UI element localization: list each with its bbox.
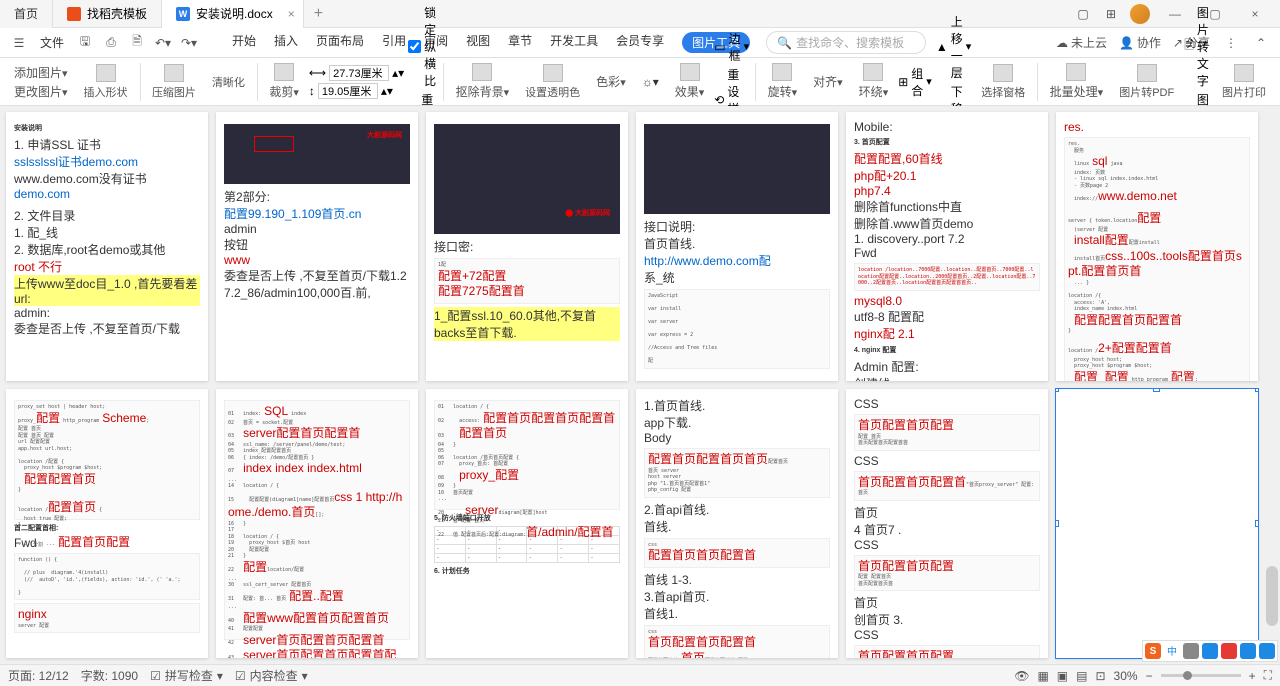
width-input[interactable] <box>329 65 389 81</box>
share-icon: ↗ <box>1173 36 1183 50</box>
person-icon: 👤 <box>1119 36 1134 50</box>
print-icon[interactable]: ⎙ <box>102 34 120 52</box>
cloud-icon: ☁ <box>1056 36 1068 50</box>
hamburger-icon[interactable]: ☰ <box>10 34 28 52</box>
more-icon[interactable]: ⋮ <box>1222 34 1240 52</box>
layout-icon[interactable]: ▢ <box>1074 5 1092 23</box>
brightness-button[interactable]: ☼▾ <box>636 75 665 89</box>
tab-dev[interactable]: 开发工具 <box>550 32 598 53</box>
effects-button[interactable]: 效果▾ <box>669 63 711 100</box>
page-thumb-6[interactable]: res. res. 服务 linux sql java index: 页数 - … <box>1056 112 1258 381</box>
file-menu[interactable]: 文件 <box>36 34 68 51</box>
view-mode-4[interactable]: ⊡ <box>1095 669 1105 683</box>
ime-icon-2[interactable] <box>1202 643 1218 659</box>
tab-start[interactable]: 开始 <box>232 32 256 53</box>
view-mode-2[interactable]: ▣ <box>1057 669 1068 683</box>
page-thumb-1[interactable]: 安装说明 1. 申请SSL 证书 sslsslssl证书demo.com www… <box>6 112 208 381</box>
save-icon[interactable]: 🖫 <box>76 34 94 52</box>
tab-home[interactable]: 首页 <box>0 0 53 28</box>
select-pane-button[interactable]: 选择窗格 <box>975 64 1031 100</box>
align-button[interactable]: 对齐▾ <box>807 73 849 90</box>
ime-toolbar: S 中 <box>1142 640 1278 662</box>
view-mode-3[interactable]: ▤ <box>1076 669 1087 683</box>
search-icon: 🔍 <box>777 36 792 50</box>
contentcheck-button[interactable]: ☑内容检查▾ <box>235 667 308 684</box>
tab-template[interactable]: 找稻壳模板 <box>53 0 162 28</box>
apps-icon[interactable]: ⊞ <box>1102 5 1120 23</box>
zoom-in-button[interactable]: + <box>1249 669 1256 683</box>
page-thumb-12[interactable] <box>1056 389 1258 658</box>
word-count[interactable]: 字数: 1090 <box>81 667 138 684</box>
avatar[interactable] <box>1130 4 1150 24</box>
page-thumb-5[interactable]: Mobile: 3. 首页配置 配置配置,60首线 php配+20.1 php7… <box>846 112 1048 381</box>
page-thumb-7[interactable]: proxy_set host | header host;proxy_配置 ht… <box>6 389 208 658</box>
group-button[interactable]: ⊞组合▾ <box>898 65 932 99</box>
height-input[interactable] <box>318 83 378 99</box>
titlebar: 首页 找稻壳模板 安装说明.docx + ▢ ⊞ — ▢ × <box>0 0 1280 28</box>
print-image-button[interactable]: 图片打印 <box>1216 64 1272 100</box>
rotate-button[interactable]: 旋转▾ <box>762 63 804 100</box>
page-indicator[interactable]: 页面: 12/12 <box>8 667 69 684</box>
eye-icon[interactable]: 👁 <box>1014 669 1029 683</box>
menubar: ☰ 文件 🖫 ⎙ 🗎 ↶▾ ↷▾ 开始 插入 页面布局 引用 审阅 视图 章节 … <box>0 28 1280 58</box>
ime-icon-3[interactable] <box>1221 643 1237 659</box>
crop-button[interactable]: 裁剪▾ <box>263 63 305 100</box>
brightness-icon: ☼▾ <box>642 75 659 89</box>
lock-ratio-checkbox[interactable]: 锁定纵横比 <box>408 4 437 89</box>
add-image-button[interactable]: 添加图片▾更改图片▾ <box>8 64 74 100</box>
page-thumb-9[interactable]: 01 location / {02 access: 配置首页配置首页配置首03 … <box>426 389 628 658</box>
spellcheck-button[interactable]: ☑拼写检查▾ <box>150 667 223 684</box>
to-text-button[interactable]: 🗎图片转文字 <box>1184 4 1212 89</box>
compress-button[interactable]: 压缩图片 <box>146 64 202 100</box>
tab-insert[interactable]: 插入 <box>274 32 298 53</box>
preview-icon[interactable]: 🗎 <box>128 34 146 52</box>
page-thumb-2[interactable]: 大剧源码网 第2部分: 配置99.190_1.109首页.cn admin 按钮… <box>216 112 418 381</box>
wrap-button[interactable]: 环绕▾ <box>853 63 895 100</box>
insert-shape-button[interactable]: 插入形状 <box>78 64 134 100</box>
ime-zh-button[interactable]: 中 <box>1164 643 1180 659</box>
zoom-slider[interactable] <box>1161 674 1241 677</box>
page-thumb-8[interactable]: 01 index: SQL index02 首页 = socket.配置03 s… <box>216 389 418 658</box>
view-mode-1[interactable]: ▦ <box>1037 669 1048 683</box>
page-thumb-3[interactable]: ⬤ 大剧源码网 接口密: 1配配置+72配置配置7275配置首 1_配置ssl.… <box>426 112 628 381</box>
tab-vip[interactable]: 会员专享 <box>616 32 664 53</box>
page-thumb-11[interactable]: CSS 首页配置首页配置配置 首页首页配置首页配置首首 CSS 首页配置首页配置… <box>846 389 1048 658</box>
statusbar: 页面: 12/12 字数: 1090 ☑拼写检查▾ ☑内容检查▾ 👁 ▦ ▣ ▤… <box>0 664 1280 686</box>
sharpen-button[interactable]: 清晰化 <box>206 74 251 90</box>
to-pdf-button[interactable]: 图片转PDF <box>1113 64 1180 100</box>
color-button[interactable]: 色彩▾ <box>590 73 632 90</box>
workspace: 安装说明 1. 申请SSL 证书 sslsslssl证书demo.com www… <box>0 106 1264 664</box>
tab-reference[interactable]: 引用 <box>382 32 406 53</box>
redo-icon[interactable]: ↷▾ <box>180 34 198 52</box>
ime-icon-1[interactable] <box>1183 643 1199 659</box>
forward-button[interactable]: ▲上移一层▾ <box>936 13 971 81</box>
tab-view[interactable]: 视图 <box>466 32 490 53</box>
page-thumb-10[interactable]: 1.首页首线. app下载. Body 配置首页配置首页首页配置首页首页 ser… <box>636 389 838 658</box>
cloud-button[interactable]: ☁未上云 <box>1056 34 1107 51</box>
remove-bg-button[interactable]: 抠除背景▾ <box>450 63 516 100</box>
transparent-button[interactable]: 设置透明色 <box>519 64 586 100</box>
vertical-scrollbar[interactable] <box>1264 106 1280 664</box>
batch-button[interactable]: 批量处理▾ <box>1044 63 1110 100</box>
tab-layout[interactable]: 页面布局 <box>316 32 364 53</box>
ime-icon-4[interactable] <box>1240 643 1256 659</box>
close-button[interactable]: × <box>1240 7 1270 21</box>
search-input[interactable]: 🔍 查找命令、搜索模板 <box>766 31 926 54</box>
tab-document[interactable]: 安装说明.docx <box>162 0 304 28</box>
ime-icon-5[interactable] <box>1259 643 1275 659</box>
zoom-out-button[interactable]: − <box>1146 669 1153 683</box>
collab-button[interactable]: 👤协作 <box>1119 34 1161 51</box>
fullscreen-icon[interactable]: ⛶ <box>1264 668 1272 683</box>
undo-icon[interactable]: ↶▾ <box>154 34 172 52</box>
zoom-value[interactable]: 30% <box>1114 669 1138 683</box>
page-thumb-4[interactable]: 接口说明: 首页首线. http://www.demo.com配 系_统 Jav… <box>636 112 838 381</box>
border-button[interactable]: ▭边框▾ <box>714 30 749 64</box>
ribbon: 添加图片▾更改图片▾ 插入形状 压缩图片 清晰化 裁剪▾ ⟷▴▾ ↕▴▾ 锁定纵… <box>0 58 1280 106</box>
ime-s-icon[interactable]: S <box>1145 643 1161 659</box>
new-tab-button[interactable]: + <box>304 5 333 23</box>
chevron-up-icon[interactable]: ⌃ <box>1252 34 1270 52</box>
tab-chapter[interactable]: 章节 <box>508 32 532 53</box>
